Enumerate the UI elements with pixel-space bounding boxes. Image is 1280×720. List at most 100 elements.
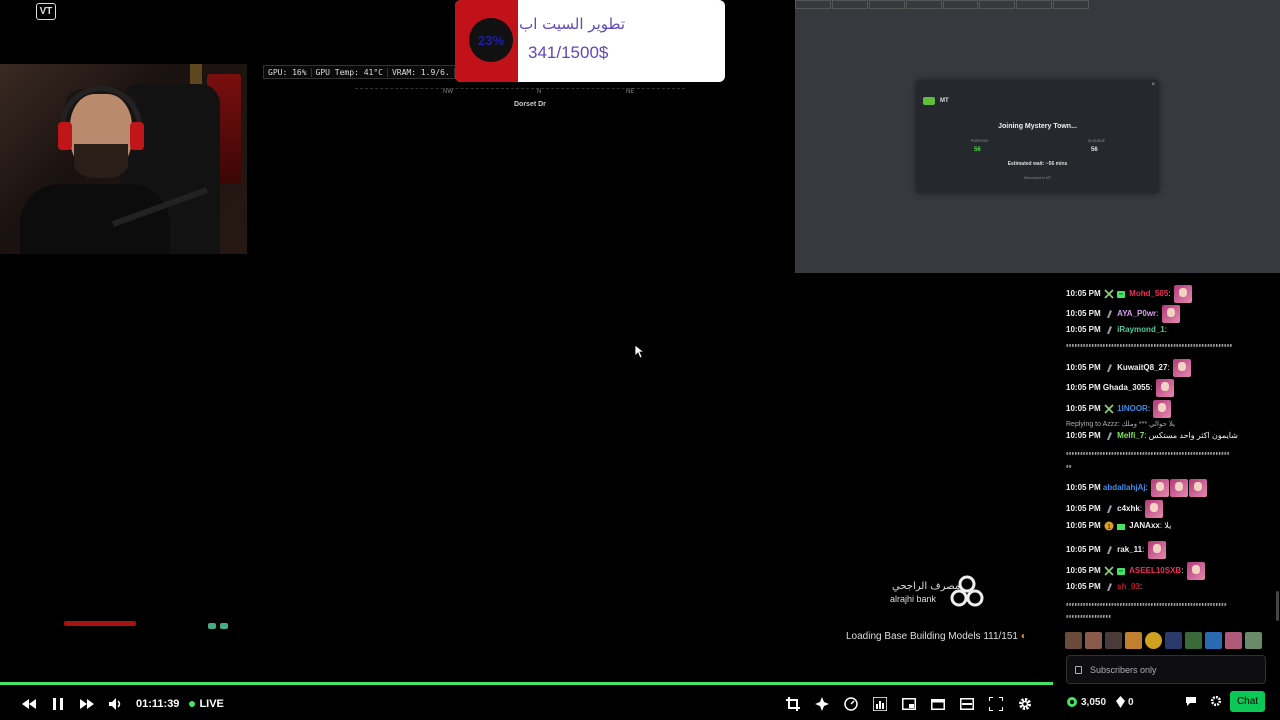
chat-message[interactable]: 10:05 PM iRaymond_1: <box>1066 325 1272 335</box>
chat-username[interactable]: Ghada_3055 <box>1103 383 1150 392</box>
chat-username[interactable]: Melfi_7 <box>1117 431 1144 440</box>
theatre-icon <box>959 698 974 710</box>
clip-button[interactable] <box>778 688 807 720</box>
volume-button[interactable] <box>101 688 130 720</box>
chat-message[interactable]: 10:05 PM sh_03: <box>1066 582 1272 592</box>
chat-username[interactable]: iRaymond_1 <box>1117 325 1165 334</box>
emote-slot[interactable] <box>1145 632 1162 649</box>
chat-message[interactable]: 10:05 PM Mohd_505: <box>1066 285 1272 303</box>
badge-icon <box>1106 583 1112 591</box>
moderator-sword-icon <box>1104 566 1114 576</box>
chat-message-list[interactable]: 10:05 PM Mohd_505: 10:05 PM AYA_P0wr: 10… <box>1053 273 1280 631</box>
badge-icon <box>1106 546 1112 554</box>
emote-slot[interactable] <box>1065 632 1082 649</box>
gear-icon <box>1018 698 1031 710</box>
chat-message[interactable]: 10:05 PM abdallahjAj: <box>1066 479 1272 497</box>
sparkle-icon <box>814 697 829 711</box>
pause-button[interactable] <box>43 688 72 720</box>
perf-overlay <box>795 0 1089 9</box>
chat-timestamp: 10:05 PM <box>1066 325 1101 335</box>
pip-button[interactable] <box>894 688 923 720</box>
chat-input[interactable]: Subscribers only <box>1066 655 1266 684</box>
server-logo-icon <box>923 97 935 105</box>
forward-button[interactable] <box>72 688 101 720</box>
rewind-button[interactable] <box>14 688 43 720</box>
settings-button[interactable] <box>1010 688 1039 720</box>
queue-size-value: 56 <box>1091 147 1098 153</box>
live-progress-bar[interactable] <box>0 682 1053 685</box>
emote-slot[interactable] <box>1125 632 1142 649</box>
chat-message[interactable]: 10:05 PM AYA_P0wr: <box>1066 305 1272 323</box>
moderator-sword-icon <box>1104 404 1114 414</box>
chat-timestamp: 10:05 PM <box>1066 404 1101 414</box>
chat-username[interactable]: abdallahjAj <box>1103 483 1146 492</box>
emote-slot[interactable] <box>1205 632 1222 649</box>
chat-message-button[interactable] <box>1184 694 1198 708</box>
quality-button[interactable] <box>836 688 865 720</box>
chat-username[interactable]: c4xhk <box>1117 504 1140 513</box>
chat-timestamp: 10:05 PM <box>1066 483 1101 493</box>
chat-message[interactable]: 10:05 PM Ghada_3055: <box>1066 379 1272 397</box>
stats-button[interactable] <box>865 688 894 720</box>
chat-username[interactable]: JANAxx <box>1129 521 1160 530</box>
stats-icon <box>872 697 887 711</box>
chat-username[interactable]: Mohd_505 <box>1129 289 1168 298</box>
close-icon[interactable]: × <box>1151 82 1155 88</box>
live-label[interactable]: LIVE <box>199 698 223 710</box>
fullscreen-button[interactable] <box>981 688 1010 720</box>
highlight-button[interactable] <box>807 688 836 720</box>
sponsor-logo: مصرف الراجحي alrajhi bank <box>888 574 988 610</box>
clapperboard-icon <box>930 699 945 710</box>
emote-slot[interactable] <box>1105 632 1122 649</box>
channel-points-icon <box>1067 697 1077 707</box>
bits-badge-icon: 1 <box>1104 521 1114 531</box>
chat-message[interactable]: 10:05 PM 1INOOR: <box>1066 400 1272 418</box>
chat-message[interactable]: 10:05 PM Melfi_7: شايمون اكثر واحد مستكس <box>1066 431 1272 441</box>
live-dot-icon <box>189 701 196 707</box>
queue-position-value: 56 <box>974 147 981 153</box>
chat-send-button[interactable]: Chat <box>1230 691 1265 712</box>
chat-message[interactable]: 10:05 PM rak_11: <box>1066 541 1272 559</box>
chat-scrollbar[interactable] <box>1276 591 1279 621</box>
chat-timestamp: 10:05 PM <box>1066 383 1101 393</box>
clapper-button[interactable] <box>923 688 952 720</box>
chat-text: شايمون اكثر واحد مستكس <box>1148 431 1238 441</box>
gpu-temp: GPU Temp: 41°C <box>312 67 388 77</box>
theatre-mode-button[interactable] <box>952 688 981 720</box>
chat-username[interactable]: KuwaitQ8_27 <box>1117 363 1167 372</box>
speech-bubble-icon <box>1186 696 1196 706</box>
emote-slot[interactable] <box>1225 632 1242 649</box>
chat-message[interactable]: 10:05 PM ASEEL10SXB: <box>1066 562 1272 580</box>
emote-slot[interactable] <box>1085 632 1102 649</box>
chat-emote <box>1170 479 1189 497</box>
chat-settings-button[interactable] <box>1209 694 1223 708</box>
webcam-feed <box>0 64 247 254</box>
disconnect-link[interactable]: Disconnect to MT <box>916 176 1159 180</box>
lock-icon <box>1075 665 1082 674</box>
chat-emote <box>1161 305 1180 323</box>
queue-title: Joining Mystery Town... <box>998 123 1077 130</box>
emote-slot[interactable] <box>1245 632 1262 649</box>
channel-points[interactable]: 3,050 <box>1066 696 1106 708</box>
bits-count[interactable]: 0 <box>1116 696 1134 708</box>
chat-timestamp: 10:05 PM <box>1066 431 1101 441</box>
street-name: Dorset Dr <box>514 101 546 108</box>
emote-slot[interactable] <box>1185 632 1202 649</box>
chat-message[interactable]: 10:05 PM 1 JANAxx: يلا <box>1066 521 1272 531</box>
emote-slot[interactable] <box>1165 632 1182 649</box>
chat-flood-text: ءءءءءءءءءءءءءءءء <box>1066 614 1112 620</box>
chat-username[interactable]: 1INOOR <box>1117 404 1148 413</box>
chat-username[interactable]: rak_11 <box>1117 545 1142 554</box>
chat-username[interactable]: sh_03 <box>1117 582 1140 591</box>
chat-username[interactable]: ASEEL10SXB <box>1129 566 1181 575</box>
subscriber-badge-icon <box>1116 568 1125 575</box>
chat-message[interactable]: 10:05 PM c4xhk: <box>1066 500 1272 518</box>
queue-size-label: IN QUEUE <box>1088 139 1105 143</box>
chat-emote <box>1147 541 1166 559</box>
chat-emote <box>1151 479 1170 497</box>
badge-icon <box>1106 505 1112 513</box>
chat-message[interactable]: 10:05 PM KuwaitQ8_27: <box>1066 359 1272 377</box>
player-controls: 01:11:39 LIVE <box>0 688 1053 720</box>
chat-emote <box>1155 379 1174 397</box>
chat-username[interactable]: AYA_P0wr <box>1117 309 1156 318</box>
